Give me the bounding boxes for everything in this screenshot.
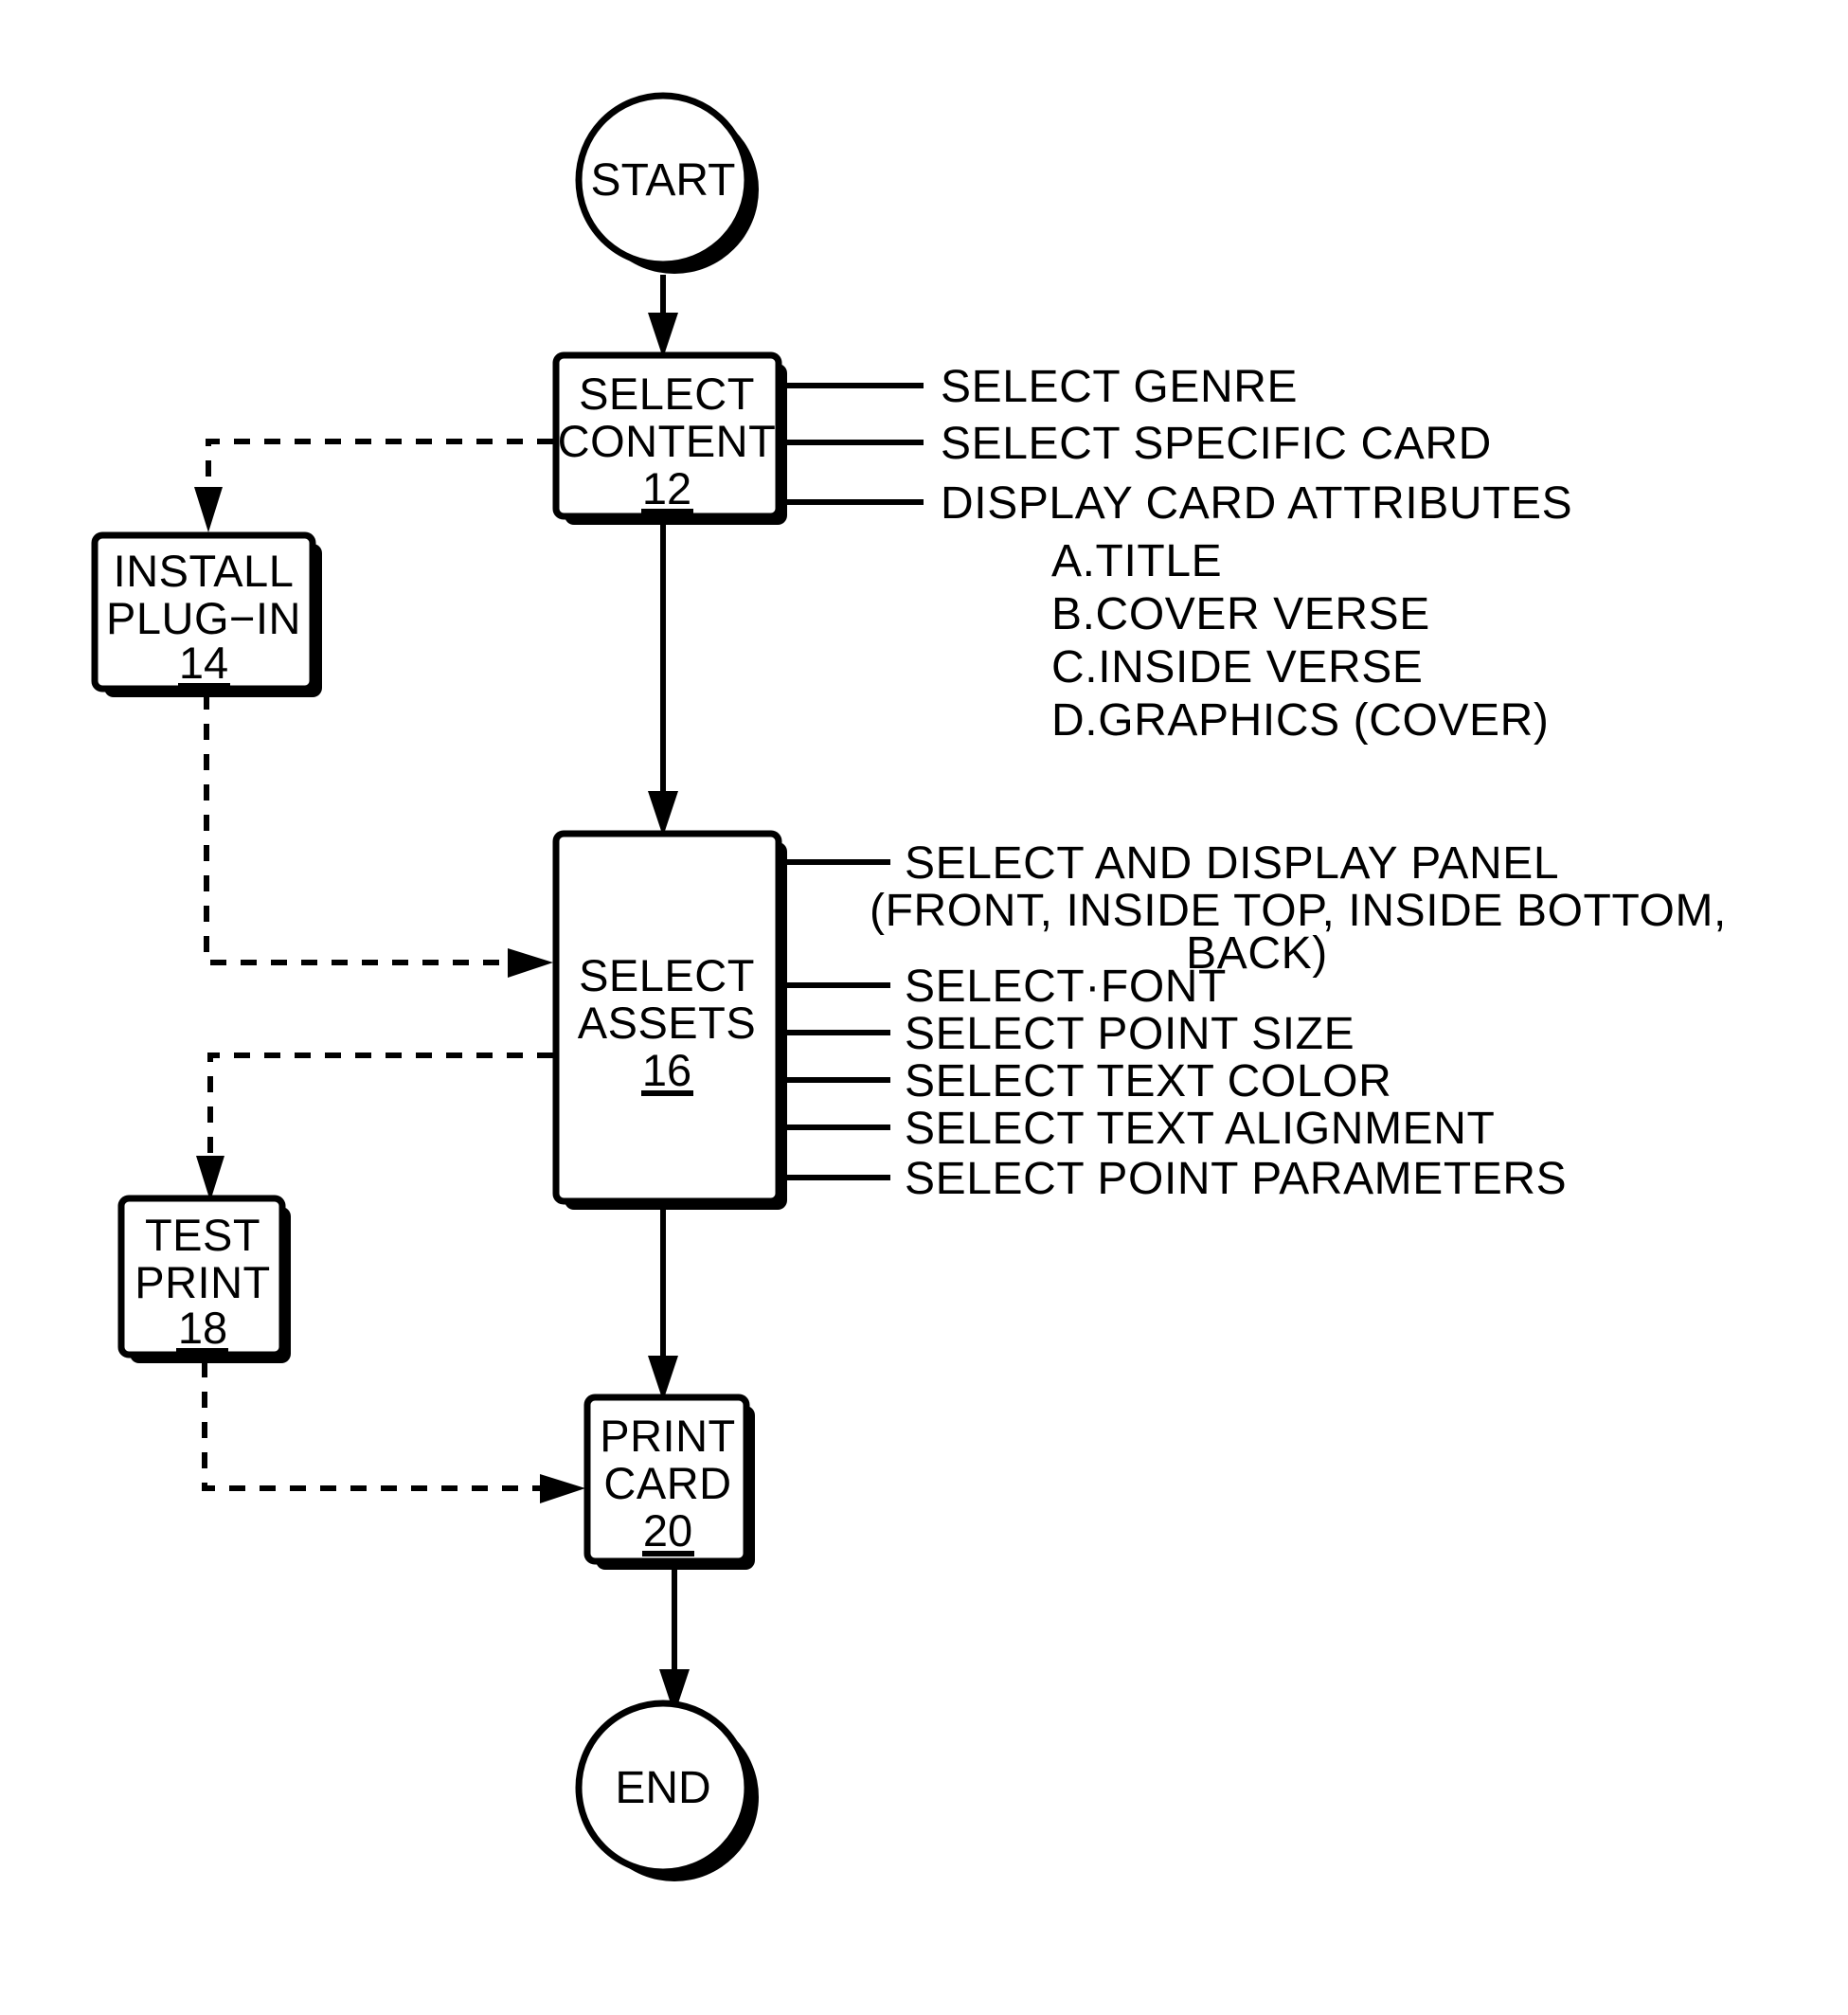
print-card-line2: CARD [603,1458,731,1508]
arrowhead-to-print-card [540,1474,585,1503]
annotation-attr-a-title: A.TITLE [1051,536,1222,586]
annotation-select-text-color: SELECT TEXT COLOR [905,1056,1391,1106]
select-assets-ref: 16 [642,1045,691,1095]
arrowhead-to-select-assets [508,948,553,978]
annotation-attr-b-cover-verse: B.COVER VERSE [1051,589,1430,639]
content-annotation-text: SELECT GENRE SELECT SPECIFIC CARD DISPLA… [941,362,1572,746]
start-label: START [591,155,736,206]
annotation-select-text-alignment: SELECT TEXT ALIGNMENT [905,1104,1495,1154]
annotation-select-point-size: SELECT POINT SIZE [905,1009,1355,1059]
annotation-select-specific-card: SELECT SPECIFIC CARD [941,419,1492,469]
install-plugin-line1: INSTALL [114,546,295,596]
annotation-attr-c-inside-verse: C.INSIDE VERSE [1051,642,1424,693]
edge-install-plugin-to-select-assets [204,693,519,965]
node-select-content[interactable]: SELECT CONTENT 12 [552,351,782,520]
select-assets-line1: SELECT [579,950,755,1000]
print-card-line1: PRINT [600,1411,736,1461]
edge-select-content-to-install-plugin [206,439,553,508]
flowchart-canvas: START SELECT CONTENT 12 INSTALL PLUG−IN … [0,0,1848,2015]
node-install-plugin[interactable]: INSTALL PLUG−IN 14 [91,531,316,693]
content-annotation-leaders [779,383,924,505]
node-start[interactable]: START [575,92,751,268]
annotation-select-genre: SELECT GENRE [941,362,1298,412]
install-plugin-ref: 14 [179,638,228,688]
select-content-line2: CONTENT [558,416,777,466]
select-content-ref: 12 [642,463,691,513]
assets-annotation-text: SELECT AND DISPLAY PANEL (FRONT, INSIDE … [870,838,1726,1204]
end-label: END [615,1763,710,1813]
annotation-select-and-display-panel: SELECT AND DISPLAY PANEL [905,838,1559,889]
install-plugin-line2: PLUG−IN [106,593,301,643]
test-print-line2: PRINT [135,1257,271,1307]
print-card-ref: 20 [643,1505,692,1556]
arrowhead-select-content-to-select-assets [648,791,678,837]
test-print-line1: TEST [145,1210,260,1260]
flowchart-svg: START SELECT CONTENT 12 INSTALL PLUG−IN … [91,92,1726,1881]
node-end[interactable]: END [575,1700,751,1876]
annotation-select-font: SELECT·FONT [905,962,1227,1012]
select-assets-line2: ASSETS [578,998,756,1048]
arrowhead-start-to-select-content [648,313,678,358]
test-print-ref: 18 [178,1303,227,1353]
edge-select-assets-to-test-print [207,1052,553,1175]
annotation-select-point-parameters: SELECT POINT PARAMETERS [905,1154,1567,1204]
edge-test-print-to-print-card [202,1361,549,1491]
node-print-card[interactable]: PRINT CARD 20 [583,1394,750,1565]
arrowhead-to-test-print [196,1156,224,1201]
select-content-line1: SELECT [579,369,755,419]
node-test-print[interactable]: TEST PRINT 18 [117,1195,286,1358]
annotation-attr-d-graphics-cover: D.GRAPHICS (COVER) [1051,695,1550,746]
arrowhead-to-install-plugin [194,487,223,532]
annotation-display-card-attributes: DISPLAY CARD ATTRIBUTES [941,478,1572,529]
node-select-assets[interactable]: SELECT ASSETS 16 [552,830,782,1205]
